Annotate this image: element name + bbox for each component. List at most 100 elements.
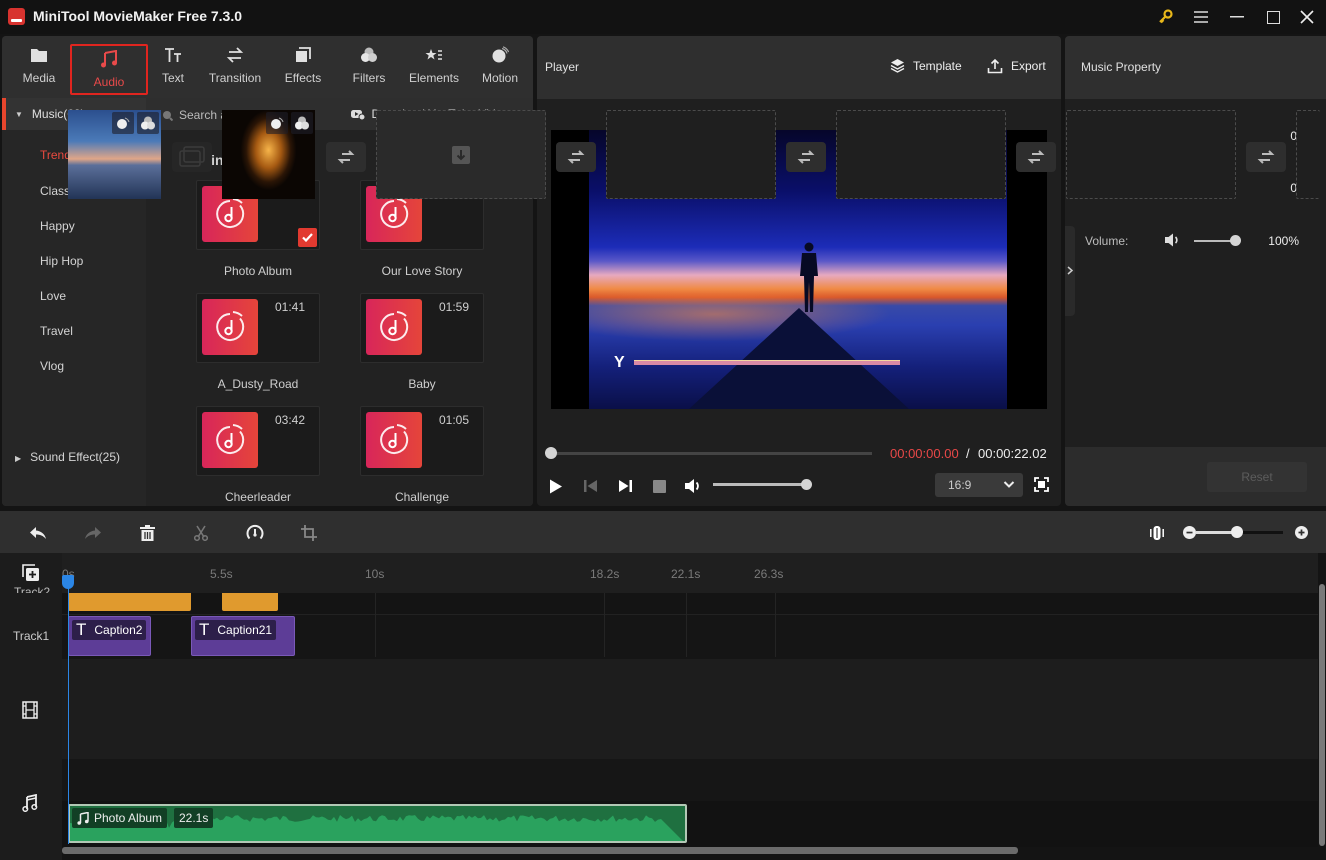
aspect-ratio-select[interactable]: 16:9 — [935, 473, 1023, 497]
caption-clip[interactable]: T Caption21 — [191, 616, 295, 656]
split-button[interactable] — [191, 523, 211, 543]
zoom-slider[interactable] — [1238, 531, 1283, 534]
fit-timeline-icon — [1150, 526, 1164, 540]
track2-clip[interactable] — [222, 593, 278, 611]
track-duration: 01:59 — [439, 300, 470, 314]
category-happy[interactable]: Happy — [40, 219, 75, 233]
redo-button[interactable] — [83, 523, 103, 543]
redo-icon — [85, 527, 101, 539]
empty-slot[interactable] — [1296, 110, 1320, 199]
playhead-handle[interactable] — [62, 575, 74, 589]
transition-slot-button[interactable] — [172, 142, 212, 172]
person-silhouette — [800, 242, 818, 312]
minimize-icon[interactable] — [1225, 5, 1249, 29]
film-strip-icon — [22, 701, 38, 719]
tab-transition[interactable]: Transition — [203, 44, 267, 94]
category-travel[interactable]: Travel — [40, 324, 73, 338]
media-drop-slot[interactable] — [376, 110, 546, 199]
zoom-slider-handle[interactable] — [1231, 526, 1243, 538]
audio-clip[interactable]: Photo Album 22.1s — [68, 804, 687, 843]
app-title: MiniTool MovieMaker Free 7.3.0 — [33, 8, 243, 24]
transition-icon — [226, 44, 244, 66]
music-track-icon — [22, 794, 38, 812]
next-frame-button[interactable] — [616, 477, 634, 495]
zoom-out-button[interactable] — [1183, 526, 1196, 539]
filters-icon — [360, 44, 378, 66]
menu-icon[interactable] — [1189, 5, 1213, 29]
transition-button[interactable] — [556, 142, 596, 172]
video-clip-forest[interactable] — [222, 110, 315, 199]
property-header: Music Property — [1065, 36, 1326, 99]
selected-checkmark-icon[interactable] — [298, 228, 317, 247]
ruler-tick: 22.1s — [671, 567, 701, 581]
audio-card[interactable]: 01:05 Challenge — [360, 406, 484, 504]
playhead-line — [68, 582, 69, 844]
collapse-panel-handle[interactable] — [1065, 226, 1075, 316]
music-volume-handle[interactable] — [1230, 235, 1241, 246]
undo-button[interactable] — [28, 523, 48, 543]
stop-button[interactable] — [650, 477, 668, 495]
volume-speaker-icon — [1164, 233, 1181, 247]
transition-button[interactable] — [326, 142, 366, 172]
music-disc-icon — [366, 299, 422, 355]
text-t-icon: T — [199, 620, 210, 639]
empty-slot[interactable] — [1066, 110, 1236, 199]
player-volume-slider[interactable] — [713, 483, 805, 486]
chevron-right-icon — [1067, 266, 1073, 275]
speed-button[interactable] — [245, 523, 265, 543]
audio-card[interactable]: 01:41 A_Dusty_Road — [196, 293, 320, 391]
player-panel: Player Template Export Y 00:00:00.00 / 0… — [537, 36, 1061, 506]
key-icon[interactable] — [1154, 5, 1178, 29]
empty-slot[interactable] — [836, 110, 1006, 199]
grid-line — [375, 593, 376, 657]
maximize-icon[interactable] — [1261, 5, 1285, 29]
seek-bar[interactable] — [550, 452, 872, 455]
tab-motion[interactable]: Motion — [480, 44, 520, 94]
fullscreen-button[interactable] — [1034, 477, 1049, 492]
previous-frame-button[interactable] — [582, 477, 600, 495]
caption-clip[interactable]: T Caption2 — [68, 616, 151, 656]
tab-effects[interactable]: Effects — [280, 44, 326, 94]
grid-line — [775, 593, 776, 657]
player-volume-handle[interactable] — [801, 479, 812, 490]
crop-button[interactable] — [299, 523, 319, 543]
track-duration: 01:05 — [439, 413, 470, 427]
transition-button[interactable] — [1016, 142, 1056, 172]
time-ruler[interactable]: 0s 5.5s 10s 18.2s 22.1s 26.3s — [62, 553, 1318, 593]
reset-button[interactable]: Reset — [1207, 462, 1307, 492]
tab-text[interactable]: Text — [158, 44, 188, 94]
track2-clip[interactable] — [68, 593, 191, 611]
close-icon[interactable] — [1295, 5, 1319, 29]
category-love[interactable]: Love — [40, 289, 66, 303]
tab-audio[interactable]: Audio — [70, 44, 148, 95]
mute-button[interactable] — [684, 477, 702, 495]
export-button[interactable]: Export — [987, 58, 1046, 74]
delete-button[interactable] — [137, 523, 157, 543]
audio-card[interactable]: 03:42 Cheerleader — [196, 406, 320, 504]
filter-badge-icon — [137, 112, 159, 134]
add-track-button[interactable] — [22, 564, 40, 582]
category-hip-hop[interactable]: Hip Hop — [40, 254, 83, 268]
ruler-tick: 18.2s — [590, 567, 620, 581]
tab-elements[interactable]: Elements — [406, 44, 462, 94]
seek-handle[interactable] — [545, 447, 557, 459]
category-vlog[interactable]: Vlog — [40, 359, 64, 373]
timeline-vertical-scrollbar[interactable] — [1319, 584, 1325, 846]
zoom-in-button[interactable] — [1295, 526, 1308, 539]
music-volume-value: 100% — [1268, 234, 1299, 248]
tab-filters[interactable]: Filters — [350, 44, 388, 94]
empty-slot[interactable] — [606, 110, 776, 199]
play-button[interactable] — [547, 477, 565, 495]
video-clip-pier[interactable] — [68, 110, 161, 199]
transition-button[interactable] — [786, 142, 826, 172]
skip-back-icon — [584, 480, 597, 492]
fit-timeline-button[interactable] — [1147, 523, 1167, 543]
ruler-tick: 26.3s — [754, 567, 784, 581]
pier-shape — [689, 308, 909, 409]
timeline-horizontal-scrollbar[interactable] — [62, 847, 1018, 854]
transition-button[interactable] — [1246, 142, 1286, 172]
category-sound-effect[interactable]: ▶ Sound Effect(25) — [15, 450, 120, 464]
audio-card[interactable]: 01:59 Baby — [360, 293, 484, 391]
template-button[interactable]: Template — [890, 58, 962, 73]
tab-media[interactable]: Media — [20, 44, 58, 94]
